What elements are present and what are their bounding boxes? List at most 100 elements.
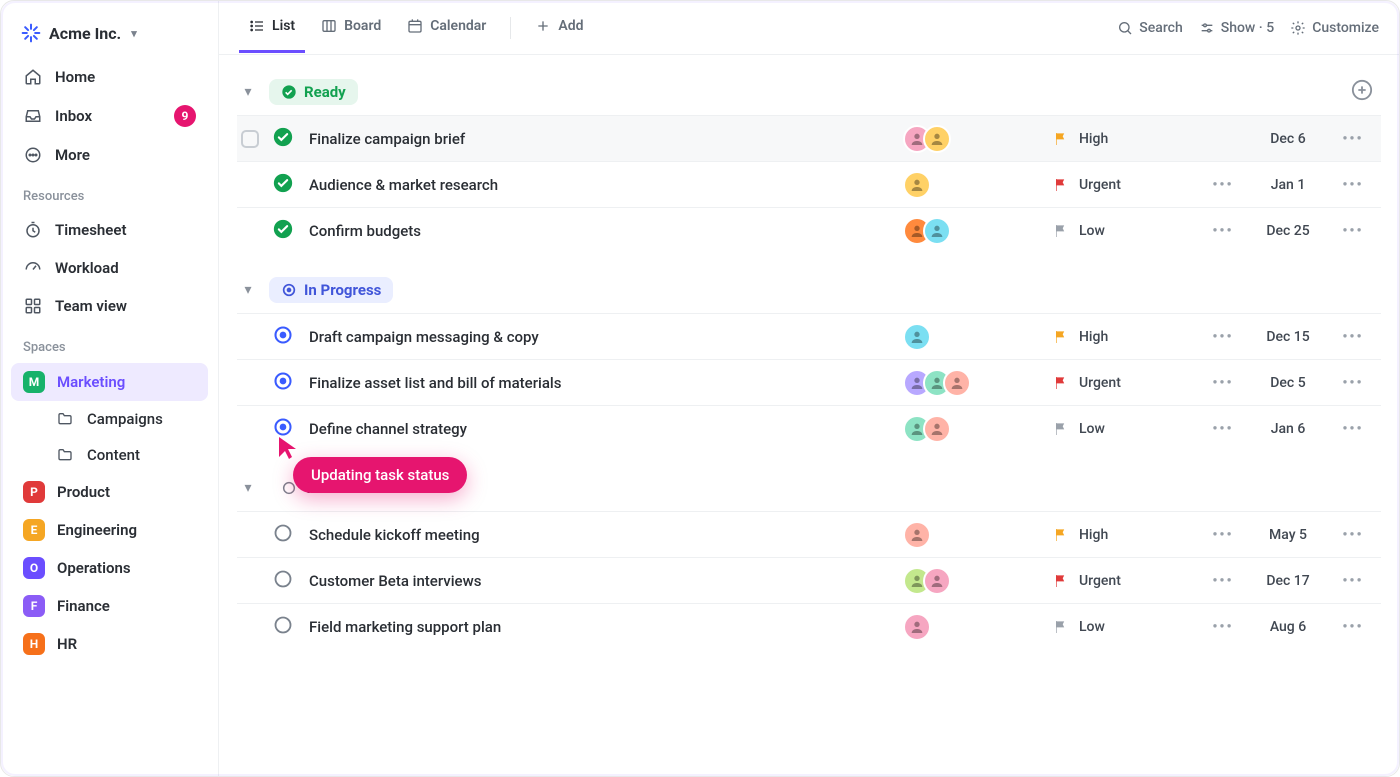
- nav-teamview[interactable]: Team view: [11, 288, 208, 324]
- task-due-date[interactable]: Dec 17: [1243, 573, 1333, 589]
- tab-calendar[interactable]: Calendar: [397, 2, 496, 53]
- sidebar-space-finance[interactable]: FFinance: [11, 587, 208, 625]
- sidebar-space-engineering[interactable]: EEngineering: [11, 511, 208, 549]
- task-priority[interactable]: High: [1053, 131, 1203, 147]
- tab-board[interactable]: Board: [311, 2, 391, 53]
- task-priority[interactable]: Urgent: [1053, 177, 1203, 193]
- task-more-menu[interactable]: •••: [1333, 421, 1373, 437]
- task-more-menu[interactable]: •••: [1333, 223, 1373, 239]
- task-assignees[interactable]: [903, 217, 1053, 245]
- task-row[interactable]: Finalize asset list and bill of material…: [237, 359, 1381, 405]
- task-priority[interactable]: Low: [1053, 421, 1203, 437]
- task-status-toggle[interactable]: [273, 615, 309, 639]
- task-title[interactable]: Field marketing support plan: [309, 618, 903, 636]
- task-more-menu[interactable]: •••: [1333, 329, 1373, 345]
- task-title[interactable]: Confirm budgets: [309, 222, 903, 240]
- task-status-toggle[interactable]: [273, 219, 309, 243]
- group-collapse-toggle[interactable]: ▾: [237, 477, 259, 499]
- task-title[interactable]: Audience & market research: [309, 176, 903, 194]
- workspace-switcher[interactable]: Acme Inc. ▾: [11, 15, 208, 57]
- task-assignees[interactable]: [903, 171, 1053, 199]
- task-due-date[interactable]: Jan 6: [1243, 421, 1333, 437]
- tab-add-view[interactable]: Add: [525, 2, 593, 53]
- task-status-toggle[interactable]: [273, 569, 309, 593]
- task-priority[interactable]: High: [1053, 527, 1203, 543]
- task-assignees[interactable]: [903, 323, 1053, 351]
- task-status-toggle[interactable]: [273, 523, 309, 547]
- task-priority[interactable]: Low: [1053, 223, 1203, 239]
- task-more-menu[interactable]: •••: [1333, 619, 1373, 635]
- task-priority[interactable]: Urgent: [1053, 573, 1203, 589]
- task-subtasks-toggle[interactable]: •••: [1203, 329, 1243, 345]
- task-assignees[interactable]: [903, 613, 1053, 641]
- task-more-menu[interactable]: •••: [1333, 375, 1373, 391]
- task-title[interactable]: Draft campaign messaging & copy: [309, 328, 903, 346]
- task-row[interactable]: Confirm budgets Low ••• Dec 25 •••: [237, 207, 1381, 253]
- nav-home[interactable]: Home: [11, 59, 208, 95]
- task-row[interactable]: Schedule kickoff meeting High ••• May 5 …: [237, 511, 1381, 557]
- group-collapse-toggle[interactable]: ▾: [237, 81, 259, 103]
- task-status-toggle[interactable]: [273, 173, 309, 197]
- task-priority[interactable]: Low: [1053, 619, 1203, 635]
- task-row[interactable]: Audience & market research Urgent ••• Ja…: [237, 161, 1381, 207]
- sidebar-folder-content[interactable]: Content: [11, 437, 208, 473]
- action-search[interactable]: Search: [1117, 20, 1182, 36]
- task-due-date[interactable]: Aug 6: [1243, 619, 1333, 635]
- nav-inbox[interactable]: Inbox 9: [11, 97, 208, 135]
- task-more-menu[interactable]: •••: [1333, 177, 1373, 193]
- task-row[interactable]: Define channel strategy Low ••• Jan 6 ••…: [237, 405, 1381, 451]
- task-row[interactable]: Finalize campaign brief High Dec 6 •••: [237, 115, 1381, 161]
- task-checkbox[interactable]: [241, 130, 259, 148]
- status-chip-ready[interactable]: Ready: [269, 79, 358, 105]
- task-assignees[interactable]: [903, 369, 1053, 397]
- task-more-menu[interactable]: •••: [1333, 527, 1373, 543]
- task-priority[interactable]: High: [1053, 329, 1203, 345]
- task-subtasks-toggle[interactable]: •••: [1203, 223, 1243, 239]
- nav-workload[interactable]: Workload: [11, 250, 208, 286]
- task-due-date[interactable]: Dec 15: [1243, 329, 1333, 345]
- task-subtasks-toggle[interactable]: •••: [1203, 527, 1243, 543]
- task-status-toggle[interactable]: [273, 325, 309, 349]
- tab-list[interactable]: List: [239, 2, 305, 53]
- task-status-toggle[interactable]: [273, 371, 309, 395]
- task-status-toggle[interactable]: [273, 417, 309, 441]
- task-subtasks-toggle[interactable]: •••: [1203, 573, 1243, 589]
- task-due-date[interactable]: May 5: [1243, 527, 1333, 543]
- sidebar-space-marketing[interactable]: MMarketing: [11, 363, 208, 401]
- status-chip-todo[interactable]: To Do: [269, 475, 354, 501]
- add-task-button[interactable]: [1351, 79, 1381, 105]
- task-row[interactable]: Customer Beta interviews Urgent ••• Dec …: [237, 557, 1381, 603]
- status-chip-in_progress[interactable]: In Progress: [269, 277, 393, 303]
- task-priority[interactable]: Urgent: [1053, 375, 1203, 391]
- task-assignees[interactable]: [903, 567, 1053, 595]
- action-show[interactable]: Show · 5: [1199, 20, 1274, 36]
- task-subtasks-toggle[interactable]: •••: [1203, 375, 1243, 391]
- task-more-menu[interactable]: •••: [1333, 573, 1373, 589]
- task-assignees[interactable]: [903, 521, 1053, 549]
- task-due-date[interactable]: Dec 6: [1243, 131, 1333, 147]
- task-title[interactable]: Schedule kickoff meeting: [309, 526, 903, 544]
- group-collapse-toggle[interactable]: ▾: [237, 279, 259, 301]
- action-customize[interactable]: Customize: [1290, 20, 1379, 36]
- sidebar-space-product[interactable]: PProduct: [11, 473, 208, 511]
- task-title[interactable]: Finalize asset list and bill of material…: [309, 374, 903, 392]
- task-status-toggle[interactable]: [273, 127, 309, 151]
- task-assignees[interactable]: [903, 415, 1053, 443]
- task-title[interactable]: Finalize campaign brief: [309, 130, 903, 148]
- task-due-date[interactable]: Dec 25: [1243, 223, 1333, 239]
- task-assignees[interactable]: [903, 125, 1053, 153]
- task-due-date[interactable]: Dec 5: [1243, 375, 1333, 391]
- sidebar-space-operations[interactable]: OOperations: [11, 549, 208, 587]
- sidebar-folder-campaigns[interactable]: Campaigns: [11, 401, 208, 437]
- task-due-date[interactable]: Jan 1: [1243, 177, 1333, 193]
- task-title[interactable]: Customer Beta interviews: [309, 572, 903, 590]
- nav-timesheet[interactable]: Timesheet: [11, 212, 208, 248]
- nav-more[interactable]: More: [11, 137, 208, 173]
- task-subtasks-toggle[interactable]: •••: [1203, 619, 1243, 635]
- task-more-menu[interactable]: •••: [1333, 131, 1373, 147]
- task-row[interactable]: Field marketing support plan Low ••• Aug…: [237, 603, 1381, 649]
- sidebar-space-hr[interactable]: HHR: [11, 625, 208, 663]
- task-subtasks-toggle[interactable]: •••: [1203, 421, 1243, 437]
- task-row[interactable]: Draft campaign messaging & copy High •••…: [237, 313, 1381, 359]
- task-title[interactable]: Define channel strategy: [309, 420, 903, 438]
